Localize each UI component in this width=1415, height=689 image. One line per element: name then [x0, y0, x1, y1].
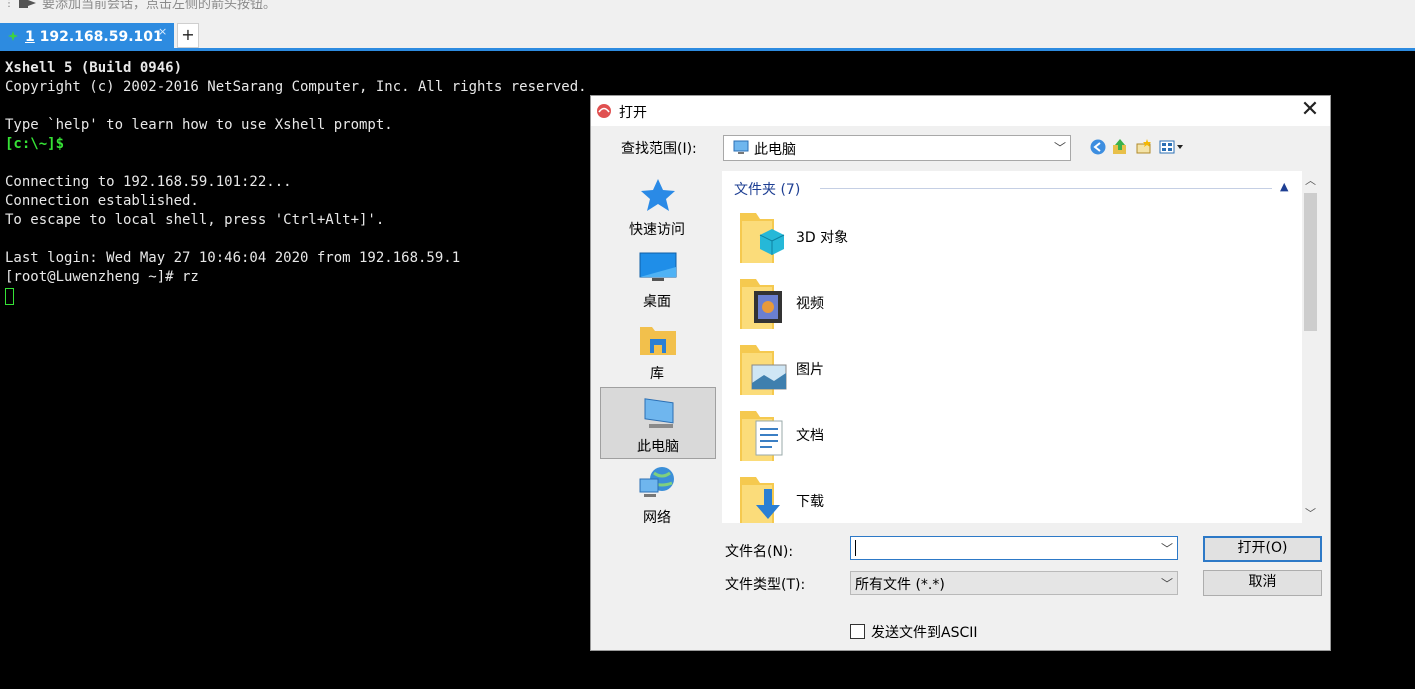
- file-type-label: 文件类型(T):: [725, 577, 806, 593]
- folder-item-3d-objects[interactable]: 3D 对象: [738, 207, 1038, 269]
- dialog-title: 打开: [619, 105, 647, 121]
- tab-label: 1 192.168.59.101: [25, 29, 163, 45]
- connected-status-icon: [8, 31, 18, 41]
- file-list-scrollbar[interactable]: ︿ ﹀: [1302, 171, 1319, 523]
- folder-group-header[interactable]: 文件夹 (7): [734, 179, 800, 199]
- folder-name: 视频: [796, 296, 824, 312]
- file-name-input[interactable]: ﹀: [850, 536, 1178, 560]
- tab-session-1[interactable]: 1 192.168.59.101 ×: [0, 23, 174, 51]
- network-icon: [639, 467, 674, 497]
- dialog-close-button[interactable]: ✕: [1297, 98, 1323, 124]
- terminal-prompt: [c:\~]$: [5, 136, 65, 152]
- folder-name: 下载: [796, 494, 824, 510]
- place-label: 网络: [643, 510, 671, 526]
- computer-icon: [733, 140, 749, 154]
- chevron-down-icon: ﹀: [1054, 141, 1067, 155]
- terminal-line: Copyright (c) 2002-2016 NetSarang Comput…: [5, 79, 587, 95]
- send-ascii-label[interactable]: 发送文件到ASCII: [871, 622, 978, 642]
- open-file-dialog: 打开 ✕ 查找范围(I): 此电脑 ﹀ 快速访问 桌面 库 此电脑 网络 文件夹…: [590, 95, 1331, 651]
- scroll-up-icon[interactable]: ︿: [1305, 172, 1316, 188]
- tab-close-icon[interactable]: ×: [158, 25, 167, 38]
- text-caret: [855, 540, 856, 556]
- send-ascii-checkbox[interactable]: [850, 624, 865, 639]
- desktop-icon: [639, 252, 677, 281]
- back-icon[interactable]: [1089, 138, 1107, 156]
- look-in-label: 查找范围(I):: [621, 141, 697, 157]
- look-in-dropdown[interactable]: 此电脑 ﹀: [723, 135, 1071, 161]
- terminal-line: Xshell 5 (Build 0946): [5, 60, 183, 76]
- 3d-objects-folder-icon: [740, 213, 785, 263]
- terminal-line: Connection established.: [5, 193, 199, 209]
- chevron-down-icon[interactable]: ﹀: [1161, 540, 1173, 557]
- chevron-down-icon: ﹀: [1161, 577, 1174, 591]
- terminal-line: Last login: Wed May 27 10:46:04 2020 fro…: [5, 250, 461, 266]
- look-in-value: 此电脑: [754, 142, 796, 158]
- folder-name: 图片: [796, 362, 824, 378]
- file-type-value: 所有文件 (*.*): [855, 577, 945, 593]
- place-label: 库: [650, 366, 664, 382]
- folder-item-pictures[interactable]: 图片: [738, 339, 1038, 401]
- place-this-pc[interactable]: 此电脑: [600, 387, 716, 459]
- computer-icon: [644, 398, 674, 428]
- library-icon: [640, 327, 676, 355]
- file-list[interactable]: 文件夹 (7) ▲ 3D 对象 视频 图片 文档 下载 ︿ ﹀: [722, 171, 1319, 523]
- place-label: 桌面: [643, 294, 671, 310]
- terminal-line: Type `help' to learn how to use Xshell p…: [5, 117, 393, 133]
- new-folder-icon[interactable]: [1135, 138, 1153, 156]
- downloads-folder-icon: [740, 477, 780, 523]
- scrollbar-thumb[interactable]: [1304, 193, 1317, 331]
- folder-name: 文档: [796, 428, 824, 444]
- videos-folder-icon: [740, 279, 782, 329]
- group-divider: [820, 188, 1272, 189]
- grip-icon: ⋮: [4, 0, 14, 9]
- pictures-folder-icon: [740, 345, 787, 395]
- place-label: 此电脑: [637, 439, 679, 455]
- session-hint-bar: ⋮ 要添加当前会话，点击左侧的箭头按钮。: [0, 0, 1415, 18]
- place-quick-access[interactable]: 快速访问: [600, 171, 716, 243]
- arrow-session-icon[interactable]: [18, 0, 38, 10]
- places-bar: 快速访问 桌面 库 此电脑 网络: [600, 171, 716, 526]
- place-libraries[interactable]: 库: [600, 315, 716, 387]
- collapse-group-icon[interactable]: ▲: [1280, 180, 1288, 193]
- place-label: 快速访问: [629, 222, 685, 238]
- star-icon: [641, 179, 675, 211]
- file-name-label: 文件名(N):: [725, 544, 794, 560]
- file-type-dropdown[interactable]: 所有文件 (*.*) ﹀: [850, 571, 1178, 595]
- tab-bar: 1 192.168.59.101 × +: [0, 18, 1415, 51]
- folder-item-videos[interactable]: 视频: [738, 273, 1038, 335]
- folder-name: 3D 对象: [796, 230, 849, 246]
- new-tab-button[interactable]: +: [177, 23, 199, 48]
- place-network[interactable]: 网络: [600, 459, 716, 531]
- documents-folder-icon: [740, 411, 783, 461]
- terminal-line: [root@Luwenzheng ~]# rz: [5, 269, 199, 285]
- folder-item-downloads[interactable]: 下载: [738, 471, 1038, 523]
- up-folder-icon[interactable]: [1111, 138, 1129, 156]
- open-button[interactable]: 打开(O): [1203, 536, 1322, 562]
- scroll-down-icon[interactable]: ﹀: [1305, 505, 1316, 521]
- terminal-line: Connecting to 192.168.59.101:22...: [5, 174, 292, 190]
- xshell-app-icon: [597, 104, 611, 118]
- view-menu-icon[interactable]: [1159, 138, 1187, 156]
- terminal-line: To escape to local shell, press 'Ctrl+Al…: [5, 212, 385, 228]
- place-desktop[interactable]: 桌面: [600, 243, 716, 315]
- hint-text: 要添加当前会话，点击左侧的箭头按钮。: [42, 0, 277, 12]
- terminal-cursor: [5, 288, 14, 305]
- dialog-title-bar[interactable]: 打开 ✕: [591, 96, 1330, 126]
- folder-item-documents[interactable]: 文档: [738, 405, 1038, 467]
- cancel-button[interactable]: 取消: [1203, 570, 1322, 596]
